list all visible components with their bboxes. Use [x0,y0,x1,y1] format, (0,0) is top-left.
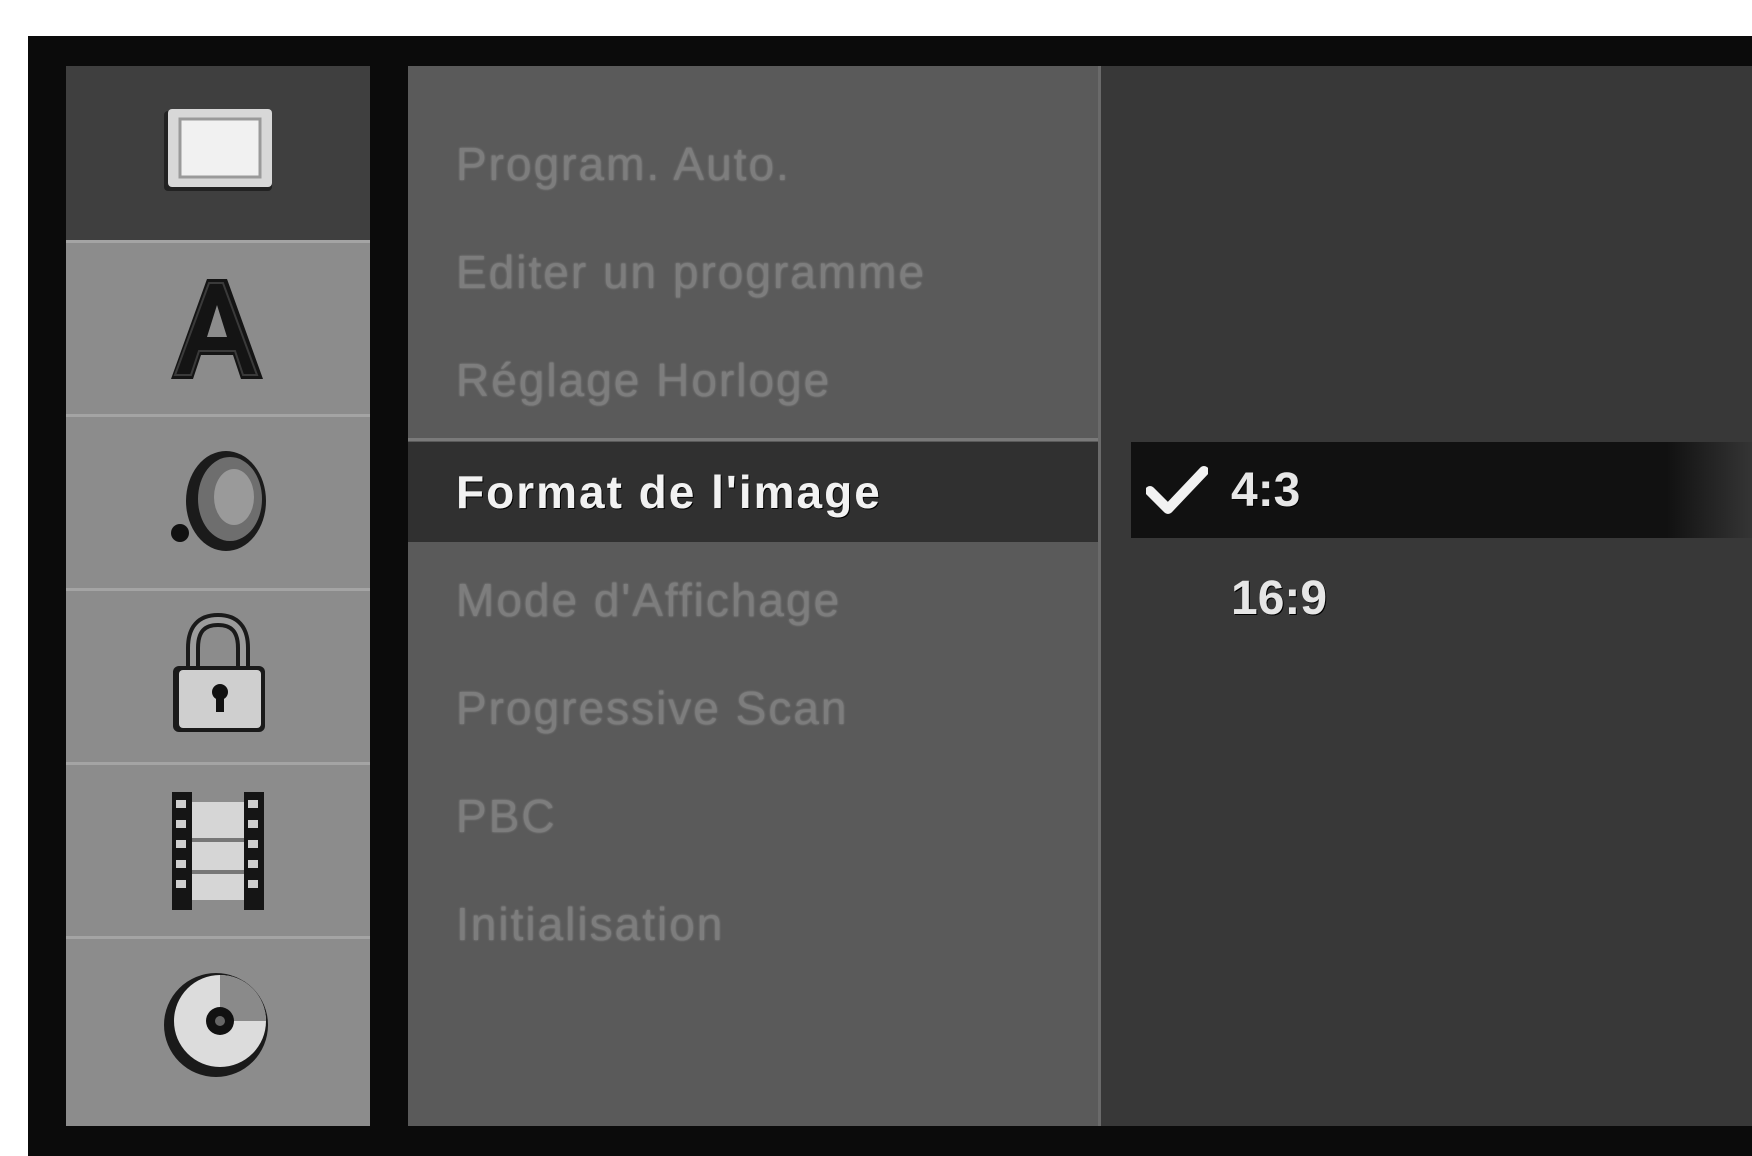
menu-item-label: Editer un programme [456,246,927,298]
category-display[interactable] [66,66,370,240]
screen-icon [164,109,272,191]
menu-item-display-mode[interactable]: Mode d'Affichage [408,550,1098,650]
category-film[interactable] [66,762,370,936]
menu-item-program-auto[interactable]: Program. Auto. [408,114,1098,214]
option-label: 16:9 [1231,571,1328,625]
menu-separator [408,438,1098,441]
category-sidebar [66,66,370,1126]
menu-item-label: Mode d'Affichage [456,574,842,626]
option-16-9[interactable]: 16:9 [1131,550,1752,646]
language-icon [171,278,263,379]
options-panel: 4:3 16:9 [1098,66,1752,1126]
category-language[interactable] [66,240,370,414]
menu-item-initialisation[interactable]: Initialisation [408,874,1098,974]
menu-item-clock-setting[interactable]: Réglage Horloge [408,330,1098,430]
panel-divider [370,66,408,1126]
menu-item-label: Program. Auto. [456,138,791,190]
lock-icon [173,612,265,732]
menu-item-label: Initialisation [456,898,725,950]
settings-menu: Program. Auto. Editer un programme Régla… [408,66,1098,1126]
film-icon [172,791,264,910]
menu-item-label: Format de l'image [456,466,882,518]
category-lock[interactable] [66,588,370,762]
category-disc[interactable] [66,936,370,1110]
checkmark-icon [1131,465,1223,515]
menu-item-edit-program[interactable]: Editer un programme [408,222,1098,322]
speaker-icon [171,450,266,551]
menu-item-image-format[interactable]: Format de l'image [408,442,1098,542]
option-label: 4:3 [1231,463,1301,517]
menu-item-progressive-scan[interactable]: Progressive Scan [408,658,1098,758]
menu-item-pbc[interactable]: PBC [408,766,1098,866]
menu-item-label: Progressive Scan [456,682,849,734]
menu-item-label: PBC [456,790,557,842]
category-audio[interactable] [66,414,370,588]
menu-item-label: Réglage Horloge [456,354,832,406]
disc-icon [164,972,268,1077]
option-4-3[interactable]: 4:3 [1131,442,1752,538]
